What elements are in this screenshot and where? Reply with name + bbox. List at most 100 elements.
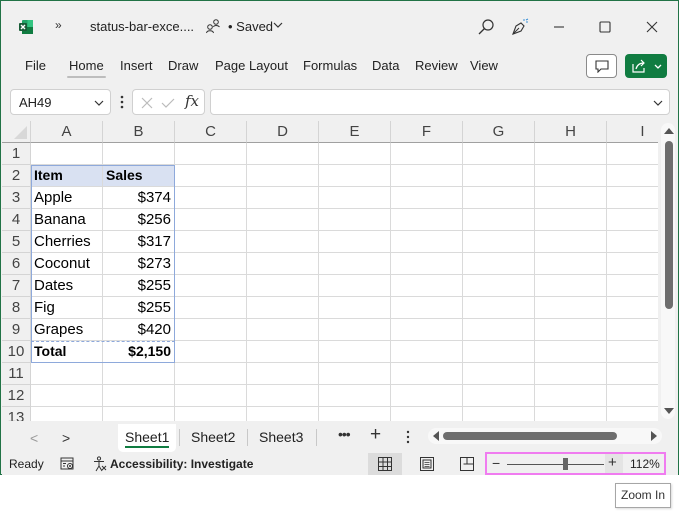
- column-header-c[interactable]: C: [175, 121, 247, 143]
- cell[interactable]: [319, 231, 391, 253]
- scroll-left-arrow-icon[interactable]: [433, 431, 439, 441]
- cell[interactable]: [391, 187, 463, 209]
- cell[interactable]: [463, 209, 535, 231]
- cell[interactable]: [319, 297, 391, 319]
- cell[interactable]: [319, 209, 391, 231]
- cell[interactable]: [103, 385, 175, 407]
- cell[interactable]: [535, 209, 607, 231]
- cell[interactable]: [103, 363, 175, 385]
- tab-view[interactable]: View: [470, 58, 498, 73]
- row-header[interactable]: 13: [2, 407, 31, 421]
- maximize-icon[interactable]: [597, 19, 613, 35]
- expand-formula-bar-icon[interactable]: [653, 99, 663, 107]
- row-header[interactable]: 4: [2, 209, 31, 231]
- row-header[interactable]: 9: [2, 319, 31, 341]
- cell[interactable]: [319, 275, 391, 297]
- cell[interactable]: [391, 297, 463, 319]
- cell[interactable]: [607, 143, 658, 165]
- cell[interactable]: [535, 385, 607, 407]
- formula-input[interactable]: [210, 89, 670, 115]
- cell[interactable]: [391, 319, 463, 341]
- item-cell[interactable]: Dates: [31, 275, 103, 297]
- cell[interactable]: [607, 187, 658, 209]
- document-title[interactable]: status-bar-exce....: [90, 19, 194, 34]
- cell[interactable]: [463, 253, 535, 275]
- cell[interactable]: [175, 341, 247, 363]
- quick-access-overflow-button[interactable]: »: [55, 18, 62, 32]
- tab-home[interactable]: Home: [67, 58, 106, 78]
- cell[interactable]: [247, 407, 319, 421]
- cell[interactable]: [607, 231, 658, 253]
- scroll-right-arrow-icon[interactable]: [651, 431, 657, 441]
- column-header-b[interactable]: B: [103, 121, 175, 143]
- name-box[interactable]: AH49: [10, 89, 111, 115]
- cell[interactable]: [607, 385, 658, 407]
- cell[interactable]: [175, 363, 247, 385]
- cell[interactable]: [247, 143, 319, 165]
- sales-cell[interactable]: $255: [103, 297, 175, 319]
- cell[interactable]: [175, 209, 247, 231]
- row-header[interactable]: 10: [2, 341, 31, 363]
- sales-cell[interactable]: $256: [103, 209, 175, 231]
- cell[interactable]: [31, 363, 103, 385]
- cell[interactable]: [535, 341, 607, 363]
- next-sheet-button[interactable]: >: [62, 430, 70, 446]
- scroll-down-arrow-icon[interactable]: [664, 408, 674, 414]
- cell[interactable]: [463, 319, 535, 341]
- table-header-sales[interactable]: Sales: [103, 165, 175, 187]
- page-break-preview-button[interactable]: [450, 453, 484, 475]
- cell[interactable]: [319, 363, 391, 385]
- cell[interactable]: [535, 253, 607, 275]
- cell[interactable]: [175, 165, 247, 187]
- share-person-icon[interactable]: [205, 18, 221, 34]
- cell[interactable]: [391, 363, 463, 385]
- chevron-down-icon[interactable]: [94, 99, 104, 107]
- sales-cell[interactable]: $273: [103, 253, 175, 275]
- add-sheet-button[interactable]: +: [370, 424, 381, 446]
- cell[interactable]: [535, 231, 607, 253]
- cell[interactable]: [175, 319, 247, 341]
- item-cell[interactable]: Grapes: [31, 319, 103, 341]
- normal-view-button[interactable]: [368, 453, 402, 475]
- item-cell[interactable]: Fig: [31, 297, 103, 319]
- cell[interactable]: [103, 407, 175, 421]
- page-layout-view-button[interactable]: [410, 453, 444, 475]
- cell[interactable]: [463, 385, 535, 407]
- zoom-slider-thumb[interactable]: [562, 458, 568, 470]
- cell[interactable]: [247, 297, 319, 319]
- cell[interactable]: [319, 319, 391, 341]
- cell[interactable]: [391, 275, 463, 297]
- cell[interactable]: [175, 385, 247, 407]
- zoom-percentage[interactable]: 112%: [630, 457, 660, 471]
- row-header[interactable]: 11: [2, 363, 31, 385]
- cell[interactable]: [535, 407, 607, 421]
- cell[interactable]: [175, 143, 247, 165]
- chevron-down-icon[interactable]: [273, 21, 283, 29]
- cell[interactable]: [463, 407, 535, 421]
- cell[interactable]: [319, 385, 391, 407]
- cell[interactable]: [607, 341, 658, 363]
- cell[interactable]: [319, 187, 391, 209]
- row-header[interactable]: 3: [2, 187, 31, 209]
- split-handle-icon[interactable]: [406, 429, 410, 445]
- cell[interactable]: [463, 297, 535, 319]
- cell[interactable]: [535, 319, 607, 341]
- cell[interactable]: [607, 407, 658, 421]
- row-header[interactable]: 1: [2, 143, 31, 165]
- cell[interactable]: [607, 253, 658, 275]
- zoom-in-button[interactable]: +: [605, 454, 623, 473]
- cell[interactable]: [247, 187, 319, 209]
- row-header[interactable]: 7: [2, 275, 31, 297]
- horizontal-scroll-thumb[interactable]: [443, 432, 617, 440]
- cell[interactable]: [535, 297, 607, 319]
- cell[interactable]: [391, 407, 463, 421]
- select-all-button[interactable]: [2, 121, 31, 143]
- cell[interactable]: [535, 187, 607, 209]
- search-icon[interactable]: [477, 18, 495, 36]
- tab-data[interactable]: Data: [372, 58, 399, 73]
- sales-cell[interactable]: $374: [103, 187, 175, 209]
- cell[interactable]: [175, 253, 247, 275]
- column-header-d[interactable]: D: [247, 121, 319, 143]
- column-header-e[interactable]: E: [319, 121, 391, 143]
- save-status[interactable]: • Saved: [228, 19, 273, 34]
